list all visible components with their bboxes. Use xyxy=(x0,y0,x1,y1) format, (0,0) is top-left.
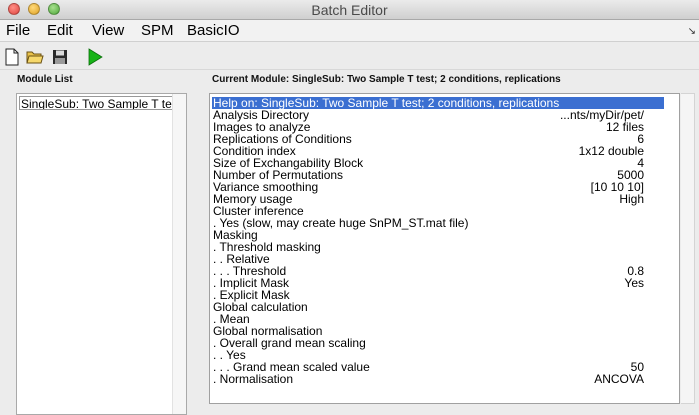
menu-edit[interactable]: Edit xyxy=(47,22,73,39)
parameter-value: 1x12 double xyxy=(578,144,644,158)
menu-overflow-icon[interactable]: ↘ xyxy=(688,26,696,37)
menu-file[interactable]: File xyxy=(6,22,30,39)
menu-spm[interactable]: SPM xyxy=(141,22,174,39)
module-list[interactable]: SingleSub: Two Sample T test; 2 conditio… xyxy=(16,93,187,415)
current-module-list[interactable]: Help on: SingleSub: Two Sample T test; 2… xyxy=(209,93,680,404)
parameter-row[interactable]: . Overall grand mean scaling xyxy=(212,337,664,349)
menu-basicio[interactable]: BasicIO xyxy=(187,22,240,39)
module-list-header: Module List xyxy=(17,74,73,85)
parameter-row[interactable]: Global calculation xyxy=(212,301,664,313)
parameter-value: High xyxy=(619,192,644,206)
parameter-row[interactable]: . Yes (slow, may create huge SnPM_ST.mat… xyxy=(212,217,664,229)
title-bar: Batch Editor xyxy=(0,0,699,20)
toolbar xyxy=(0,43,699,70)
parameter-value: Yes xyxy=(624,276,644,290)
run-icon[interactable] xyxy=(86,48,104,66)
open-folder-icon[interactable] xyxy=(26,48,44,66)
new-file-icon[interactable] xyxy=(3,48,21,66)
parameter-value: ANCOVA xyxy=(594,372,644,386)
menu-view[interactable]: View xyxy=(92,22,124,39)
parameter-row[interactable]: . Threshold masking xyxy=(212,241,664,253)
parameter-row[interactable]: . Normalisation ANCOVA xyxy=(212,373,664,385)
window-title: Batch Editor xyxy=(311,2,388,18)
current-module-scrollbar[interactable] xyxy=(681,93,695,404)
current-module-header: Current Module: SingleSub: Two Sample T … xyxy=(212,74,561,85)
menu-bar: File Edit View SPM BasicIO ↘ xyxy=(0,20,699,42)
module-list-item[interactable]: SingleSub: Two Sample T test; 2 conditio… xyxy=(19,96,179,110)
parameter-label: . Normalisation xyxy=(213,372,294,386)
module-list-scrollbar[interactable] xyxy=(172,94,186,414)
save-icon[interactable] xyxy=(51,48,69,66)
